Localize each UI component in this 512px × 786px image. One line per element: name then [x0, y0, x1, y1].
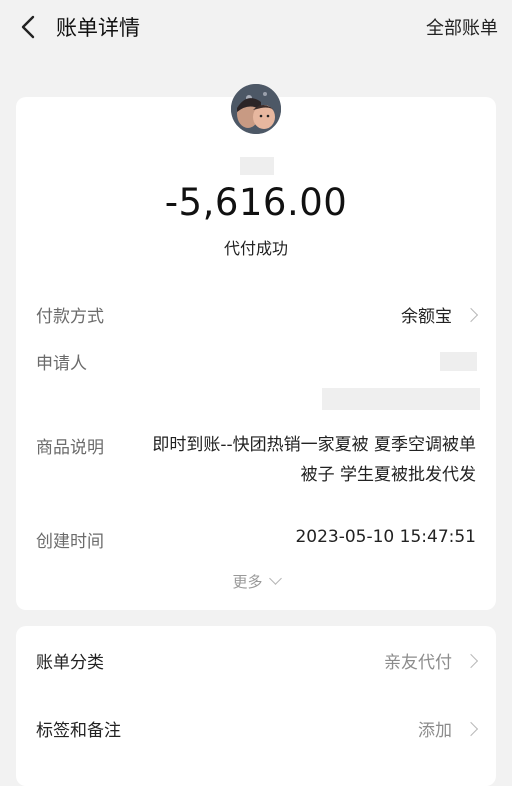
applicant-account-redacted: [322, 388, 480, 410]
back-arrow-icon[interactable]: [18, 14, 40, 40]
bill-summary-card: -5,616.00 代付成功 付款方式 余额宝 申请人 商品说明 即时到账--快…: [16, 84, 496, 610]
top-bar: 账单详情 全部账单: [0, 0, 512, 54]
bill-amount: -5,616.00: [164, 181, 348, 224]
page-title: 账单详情: [56, 16, 140, 40]
more-label: 更多: [232, 573, 263, 591]
goods-desc-label: 商品说明: [36, 438, 104, 458]
category-row[interactable]: 亲友代付: [384, 648, 479, 673]
payment-method-row[interactable]: 余额宝: [401, 302, 479, 327]
chevron-right-icon: [463, 721, 479, 737]
chevron-right-icon: [463, 653, 479, 669]
goods-desc-value: 即时到账--快团热销一家夏被 夏季空调被单被子 学生夏被批发代发: [152, 435, 476, 485]
payment-method-label: 付款方式: [36, 307, 104, 327]
more-button[interactable]: 更多: [16, 571, 496, 592]
name-redacted: [240, 157, 274, 175]
created-time-label: 创建时间: [36, 532, 104, 552]
created-time-value: 2023-05-10 15:47:51: [295, 527, 476, 547]
chevron-right-icon: [463, 307, 479, 323]
category-label: 账单分类: [36, 653, 104, 673]
tags-row[interactable]: 添加: [418, 716, 479, 741]
tags-label: 标签和备注: [36, 721, 121, 741]
bill-extra-card: 账单分类 亲友代付 标签和备注 添加: [16, 626, 496, 786]
category-value: 亲友代付: [384, 653, 452, 673]
all-bills-link[interactable]: 全部账单: [426, 14, 498, 40]
tags-value: 添加: [418, 721, 452, 741]
chevron-down-icon: [268, 572, 282, 585]
applicant-label: 申请人: [36, 354, 87, 374]
payment-status: 代付成功: [223, 239, 288, 258]
payment-method-value: 余额宝: [401, 307, 452, 327]
avatar: [231, 84, 281, 134]
applicant-name-redacted: [440, 352, 477, 371]
